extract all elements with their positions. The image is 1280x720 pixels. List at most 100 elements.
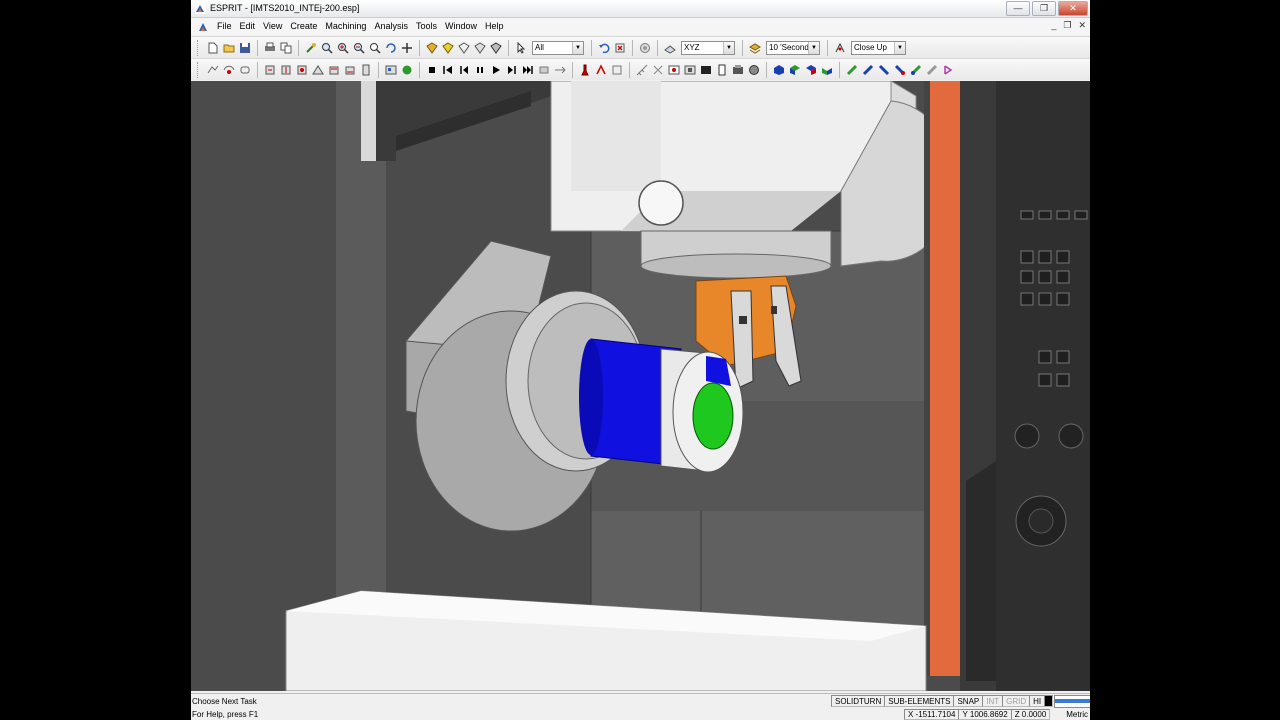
stop-record-icon[interactable] bbox=[637, 40, 653, 56]
stock-icon[interactable] bbox=[399, 62, 415, 78]
drill-operation-icon[interactable] bbox=[262, 62, 278, 78]
mdi-restore-button[interactable]: ❐ bbox=[1063, 20, 1071, 31]
layer-select[interactable]: 10 'Second ▼ bbox=[766, 40, 820, 55]
view-blue-green-icon[interactable] bbox=[860, 62, 876, 78]
sub-elements-indicator[interactable]: SUB-ELEMENTS bbox=[884, 695, 955, 707]
menu-file[interactable]: File bbox=[213, 18, 236, 35]
close-button[interactable]: ✕ bbox=[1058, 1, 1088, 16]
wireframe-view-icon[interactable] bbox=[456, 40, 472, 56]
tool-display-icon[interactable] bbox=[577, 62, 593, 78]
title-bar[interactable]: ESPRIT - [IMTS2010_INTEj-200.esp] — ❐ ✕ bbox=[191, 0, 1090, 18]
copy-icon[interactable] bbox=[278, 40, 294, 56]
solid-view-icon[interactable] bbox=[440, 40, 456, 56]
maximize-button[interactable]: ❐ bbox=[1032, 1, 1056, 16]
chevron-down-icon[interactable]: ▼ bbox=[572, 41, 583, 54]
graphics-viewport[interactable] bbox=[191, 81, 1090, 691]
view-green-blue-icon[interactable] bbox=[844, 62, 860, 78]
clamp-view-icon[interactable] bbox=[698, 62, 714, 78]
layers-icon[interactable] bbox=[747, 40, 763, 56]
mdi-minimize-button[interactable]: _ bbox=[1051, 20, 1056, 31]
work-plane-select[interactable]: XYZ ▼ bbox=[681, 40, 735, 55]
int-indicator[interactable]: INT bbox=[982, 695, 1004, 707]
turning-operation-icon[interactable] bbox=[205, 62, 221, 78]
view-grey-icon[interactable] bbox=[924, 62, 940, 78]
stock-compare-icon[interactable] bbox=[666, 62, 682, 78]
toolpath-display-icon[interactable] bbox=[593, 62, 609, 78]
delete-icon[interactable] bbox=[612, 40, 628, 56]
step-back-icon[interactable] bbox=[456, 62, 472, 78]
step-forward-icon[interactable] bbox=[504, 62, 520, 78]
open-folder-icon[interactable] bbox=[221, 40, 237, 56]
select-arrow-icon[interactable] bbox=[513, 40, 529, 56]
menu-analysis[interactable]: Analysis bbox=[370, 18, 412, 35]
fast-forward-end-icon[interactable] bbox=[520, 62, 536, 78]
tool-change-icon[interactable] bbox=[358, 62, 374, 78]
undo-icon[interactable] bbox=[596, 40, 612, 56]
cutoff-operation-icon[interactable] bbox=[294, 62, 310, 78]
rewind-start-icon[interactable] bbox=[440, 62, 456, 78]
zoom-extents-icon[interactable] bbox=[319, 40, 335, 56]
toolbar-grip[interactable] bbox=[197, 39, 201, 56]
mill-operation-icon[interactable] bbox=[278, 62, 294, 78]
side-view-icon[interactable] bbox=[819, 62, 835, 78]
menu-view[interactable]: View bbox=[259, 18, 286, 35]
top-view-icon[interactable] bbox=[787, 62, 803, 78]
print-icon[interactable] bbox=[262, 40, 278, 56]
section-view-icon[interactable] bbox=[650, 62, 666, 78]
pause-icon[interactable] bbox=[472, 62, 488, 78]
toolbar-grip[interactable] bbox=[197, 61, 201, 78]
menu-tools[interactable]: Tools bbox=[412, 18, 441, 35]
measure-icon[interactable] bbox=[634, 62, 650, 78]
hi-indicator[interactable]: HI bbox=[1029, 695, 1046, 707]
view-select[interactable]: Close Up ▼ bbox=[851, 40, 906, 55]
contour-operation-icon[interactable] bbox=[221, 62, 237, 78]
machine-setup-icon[interactable] bbox=[383, 62, 399, 78]
zoom-in-icon[interactable] bbox=[335, 40, 351, 56]
view-blue-icon[interactable] bbox=[876, 62, 892, 78]
thread-operation-icon[interactable] bbox=[326, 62, 342, 78]
zoom-out-icon[interactable] bbox=[351, 40, 367, 56]
shaded-view-icon[interactable] bbox=[424, 40, 440, 56]
menu-window[interactable]: Window bbox=[441, 18, 481, 35]
save-icon[interactable] bbox=[237, 40, 253, 56]
menu-help[interactable]: Help bbox=[481, 18, 508, 35]
chevron-down-icon[interactable]: ▼ bbox=[808, 41, 819, 54]
simulation-options-icon[interactable] bbox=[536, 62, 552, 78]
machine-simulation-scene[interactable] bbox=[191, 81, 1090, 691]
menu-edit[interactable]: Edit bbox=[236, 18, 260, 35]
chevron-down-icon[interactable]: ▼ bbox=[894, 41, 905, 54]
pan-icon[interactable] bbox=[399, 40, 415, 56]
groove-operation-icon[interactable] bbox=[310, 62, 326, 78]
document-icon[interactable] bbox=[197, 21, 209, 33]
work-plane-icon[interactable] bbox=[662, 40, 678, 56]
fixture-view-icon[interactable] bbox=[730, 62, 746, 78]
collision-check-icon[interactable] bbox=[609, 62, 625, 78]
snap-indicator[interactable]: SNAP bbox=[953, 695, 984, 707]
new-file-icon[interactable] bbox=[205, 40, 221, 56]
play-icon[interactable] bbox=[488, 62, 504, 78]
simulation-speed-icon[interactable] bbox=[552, 62, 568, 78]
chevron-down-icon[interactable]: ▼ bbox=[723, 41, 734, 54]
part-view-icon[interactable] bbox=[714, 62, 730, 78]
shade-edges-icon[interactable] bbox=[488, 40, 504, 56]
iso-view-icon[interactable] bbox=[771, 62, 787, 78]
selection-filter-select[interactable]: All ▼ bbox=[532, 40, 584, 55]
grid-indicator[interactable]: GRID bbox=[1002, 695, 1031, 707]
zoom-window-icon[interactable] bbox=[367, 40, 383, 56]
mdi-close-button[interactable]: ✕ bbox=[1078, 20, 1086, 31]
view-magenta-icon[interactable] bbox=[940, 62, 956, 78]
machine-view-icon[interactable] bbox=[682, 62, 698, 78]
menu-create[interactable]: Create bbox=[286, 18, 321, 35]
menu-machining[interactable]: Machining bbox=[321, 18, 370, 35]
hidden-line-icon[interactable] bbox=[472, 40, 488, 56]
redraw-icon[interactable] bbox=[303, 40, 319, 56]
view-green-icon[interactable] bbox=[908, 62, 924, 78]
pocket-operation-icon[interactable] bbox=[237, 62, 253, 78]
view-icon[interactable] bbox=[832, 40, 848, 56]
chamfer-operation-icon[interactable] bbox=[342, 62, 358, 78]
solidturn-indicator[interactable]: SOLIDTURN bbox=[831, 695, 886, 707]
front-view-icon[interactable] bbox=[803, 62, 819, 78]
spindle-view-icon[interactable] bbox=[746, 62, 762, 78]
view-blue-red-icon[interactable] bbox=[892, 62, 908, 78]
stop-icon[interactable] bbox=[424, 62, 440, 78]
